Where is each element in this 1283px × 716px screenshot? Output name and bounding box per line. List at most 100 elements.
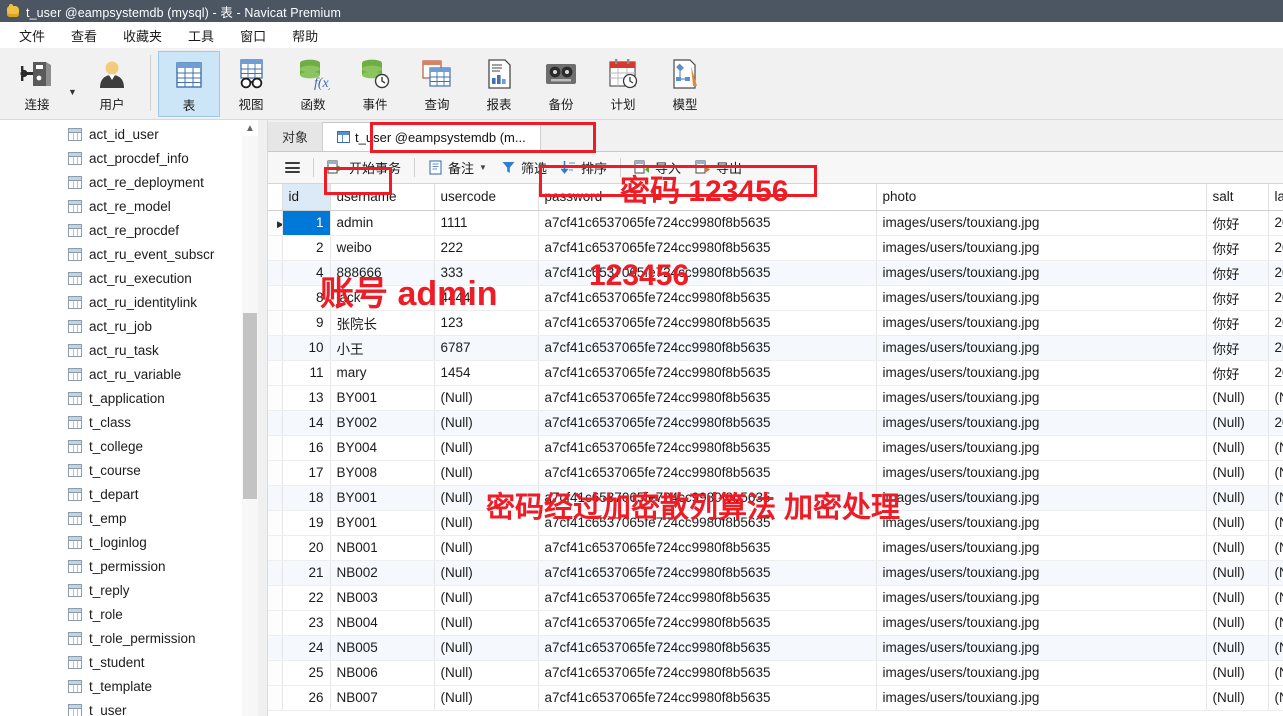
cell-photo[interactable]: images/users/touxiang.jpg	[876, 510, 1207, 536]
tree-item-act-procdef-info[interactable]: act_procdef_info	[0, 146, 267, 170]
cell-id[interactable]: 26	[282, 685, 331, 711]
cell-password[interactable]: a7cf41c6537065fe724cc9980f8b5635	[538, 510, 877, 536]
table-row[interactable]: 8 jack 4444 a7cf41c6537065fe724cc9980f8b563…	[268, 285, 1283, 311]
tab-t-user-table[interactable]: t_user @eampsystemdb (m...	[323, 122, 541, 151]
cell-usercode[interactable]: 1111	[434, 210, 539, 236]
cell-password[interactable]: a7cf41c6537065fe724cc9980f8b5635	[538, 685, 877, 711]
cell-password[interactable]: a7cf41c6537065fe724cc9980f8b5635	[538, 610, 877, 636]
table-row[interactable]: 2 weibo 222 a7cf41c6537065fe724cc9980f8b563…	[268, 235, 1283, 261]
row-gutter[interactable]	[268, 310, 283, 336]
tree-item-act-ru-identitylink[interactable]: act_ru_identitylink	[0, 290, 267, 314]
cell-password[interactable]: a7cf41c6537065fe724cc9980f8b5635	[538, 235, 877, 261]
cell-last[interactable]: 20	[1268, 235, 1283, 261]
row-gutter[interactable]	[268, 510, 283, 536]
cell-id[interactable]: 24	[282, 635, 331, 661]
cell-username[interactable]: jack	[330, 285, 435, 311]
cell-last[interactable]: (N	[1268, 635, 1283, 661]
menu-item-view[interactable]: 查看	[58, 23, 110, 48]
toolbar-event[interactable]: 事件	[344, 51, 406, 117]
cell-password[interactable]: a7cf41c6537065fe724cc9980f8b5635	[538, 360, 877, 386]
tree-item-t-reply[interactable]: t_reply	[0, 578, 267, 602]
cell-username[interactable]: NB005	[330, 635, 435, 661]
row-gutter[interactable]	[268, 660, 283, 686]
cell-salt[interactable]: 你好	[1206, 210, 1269, 236]
cell-password[interactable]: a7cf41c6537065fe724cc9980f8b5635	[538, 635, 877, 661]
row-gutter[interactable]	[268, 560, 283, 586]
cell-photo[interactable]: images/users/touxiang.jpg	[876, 360, 1207, 386]
cell-last[interactable]: (N	[1268, 685, 1283, 711]
cell-salt[interactable]: (Null)	[1206, 410, 1269, 436]
table-row[interactable]: 23 NB004 (Null) a7cf41c6537065fe724cc9980f8…	[268, 610, 1283, 636]
row-gutter[interactable]	[268, 410, 283, 436]
sort-button[interactable]: 排序	[554, 155, 614, 180]
scrollbar-thumb[interactable]	[243, 313, 257, 499]
cell-last[interactable]: 20	[1268, 335, 1283, 361]
cell-usercode[interactable]: (Null)	[434, 685, 539, 711]
cell-id[interactable]: 1	[282, 210, 331, 236]
table-row[interactable]: 19 BY001 (Null) a7cf41c6537065fe724cc9980f8…	[268, 510, 1283, 536]
cell-last[interactable]: 20	[1268, 260, 1283, 286]
tree-item-t-template[interactable]: t_template	[0, 674, 267, 698]
table-row[interactable]: 11 mary 1454 a7cf41c6537065fe724cc9980f8b56…	[268, 360, 1283, 386]
cell-password[interactable]: a7cf41c6537065fe724cc9980f8b5635	[538, 310, 877, 336]
cell-usercode[interactable]: (Null)	[434, 610, 539, 636]
cell-salt[interactable]: (Null)	[1206, 460, 1269, 486]
cell-last[interactable]: (N	[1268, 460, 1283, 486]
tree-item-t-user[interactable]: t_user	[0, 698, 267, 716]
cell-salt[interactable]: (Null)	[1206, 660, 1269, 686]
cell-salt[interactable]: 你好	[1206, 260, 1269, 286]
cell-usercode[interactable]: (Null)	[434, 585, 539, 611]
cell-last[interactable]: (N	[1268, 385, 1283, 411]
cell-photo[interactable]: images/users/touxiang.jpg	[876, 260, 1207, 286]
table-row[interactable]: 21 NB002 (Null) a7cf41c6537065fe724cc9980f8…	[268, 560, 1283, 586]
cell-usercode[interactable]: (Null)	[434, 510, 539, 536]
cell-last[interactable]: 20	[1268, 410, 1283, 436]
column-header-username[interactable]: username	[330, 184, 435, 211]
cell-password[interactable]: a7cf41c6537065fe724cc9980f8b5635	[538, 210, 877, 236]
row-gutter[interactable]	[268, 460, 283, 486]
cell-last[interactable]: (N	[1268, 435, 1283, 461]
menu-item-tools[interactable]: 工具	[175, 23, 227, 48]
toolbar-function[interactable]: f(x) 函数	[282, 51, 344, 117]
cell-photo[interactable]: images/users/touxiang.jpg	[876, 635, 1207, 661]
cell-username[interactable]: BY001	[330, 510, 435, 536]
tree-item-act-re-procdef[interactable]: act_re_procdef	[0, 218, 267, 242]
cell-photo[interactable]: images/users/touxiang.jpg	[876, 310, 1207, 336]
cell-salt[interactable]: (Null)	[1206, 535, 1269, 561]
cell-usercode[interactable]: 6787	[434, 335, 539, 361]
cell-last[interactable]: 20	[1268, 285, 1283, 311]
table-row[interactable]: 14 BY002 (Null) a7cf41c6537065fe724cc9980f8…	[268, 410, 1283, 436]
tree-item-act-ru-job[interactable]: act_ru_job	[0, 314, 267, 338]
grid-menu-button[interactable]	[278, 157, 307, 179]
row-gutter[interactable]	[268, 685, 283, 711]
table-row[interactable]: ▶1admin1111a7cf41c6537065fe724cc9980f8b5…	[268, 210, 1283, 236]
cell-last[interactable]: (N	[1268, 560, 1283, 586]
cell-salt[interactable]: 你好	[1206, 310, 1269, 336]
row-gutter[interactable]	[268, 385, 283, 411]
tree-item-t-loginlog[interactable]: t_loginlog	[0, 530, 267, 554]
cell-usercode[interactable]: (Null)	[434, 435, 539, 461]
cell-photo[interactable]: images/users/touxiang.jpg	[876, 235, 1207, 261]
column-header-photo[interactable]: photo	[876, 184, 1207, 211]
cell-salt[interactable]: 你好	[1206, 285, 1269, 311]
tree-item-t-role[interactable]: t_role	[0, 602, 267, 626]
cell-salt[interactable]: (Null)	[1206, 435, 1269, 461]
cell-usercode[interactable]: (Null)	[434, 660, 539, 686]
tree-item-t-role-permission[interactable]: t_role_permission	[0, 626, 267, 650]
cell-last[interactable]: (N	[1268, 610, 1283, 636]
cell-photo[interactable]: images/users/touxiang.jpg	[876, 485, 1207, 511]
cell-last[interactable]: (N	[1268, 510, 1283, 536]
cell-username[interactable]: NB006	[330, 660, 435, 686]
cell-username[interactable]: NB004	[330, 610, 435, 636]
toolbar-query[interactable]: 查询	[406, 51, 468, 117]
cell-photo[interactable]: images/users/touxiang.jpg	[876, 210, 1207, 236]
cell-username[interactable]: admin	[330, 210, 435, 236]
tree-item-t-application[interactable]: t_application	[0, 386, 267, 410]
cell-id[interactable]: 16	[282, 435, 331, 461]
cell-username[interactable]: mary	[330, 360, 435, 386]
cell-usercode[interactable]: (Null)	[434, 535, 539, 561]
cell-photo[interactable]: images/users/touxiang.jpg	[876, 685, 1207, 711]
menu-item-favorites[interactable]: 收藏夹	[110, 23, 175, 48]
cell-password[interactable]: a7cf41c6537065fe724cc9980f8b5635	[538, 410, 877, 436]
column-header-usercode[interactable]: usercode	[434, 184, 539, 211]
